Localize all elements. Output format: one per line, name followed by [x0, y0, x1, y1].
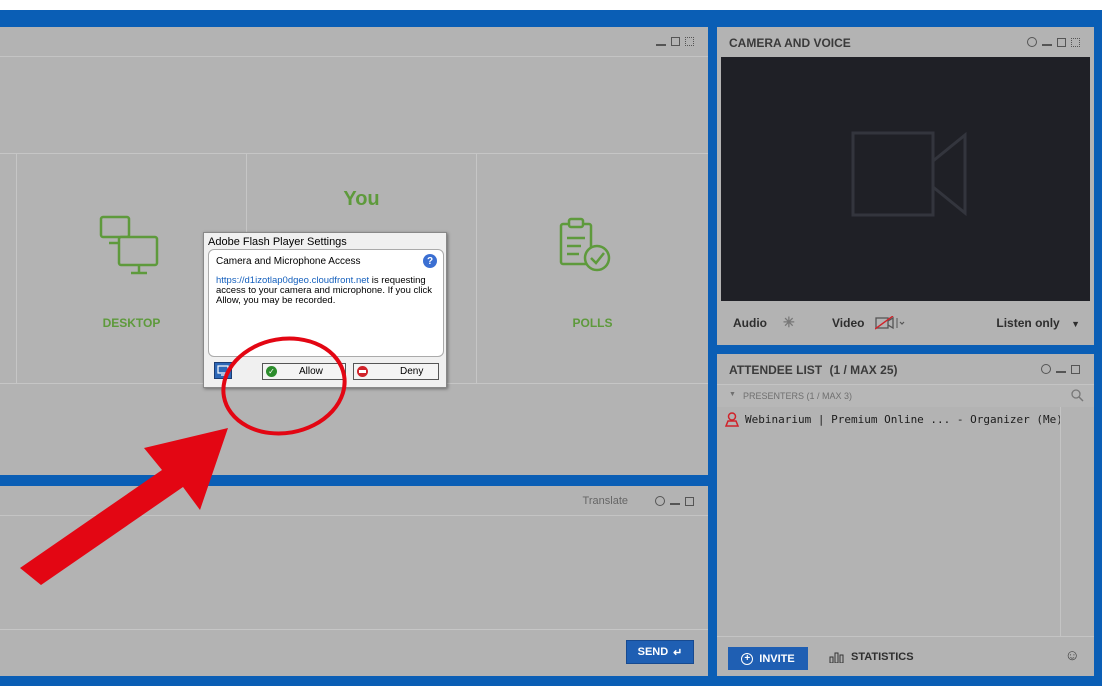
flash-settings-dialog: Adobe Flash Player Settings Camera and M…	[203, 232, 447, 388]
minimize-icon[interactable]	[1042, 44, 1052, 46]
maximize-icon[interactable]	[1071, 364, 1080, 374]
check-icon: ✓	[266, 366, 277, 377]
statistics-label: STATISTICS	[851, 651, 914, 663]
collapse-icon: ▼	[729, 391, 736, 398]
audio-label[interactable]: Audio	[733, 316, 767, 330]
audio-loading-icon: ✳	[783, 314, 795, 330]
camera-controls: Audio ✳ Video Listen only ▼	[717, 309, 1094, 339]
presenters-group-header[interactable]: ▼ PRESENTERS (1 / MAX 3)	[717, 385, 1094, 407]
tile-polls[interactable]: POLLS	[477, 154, 708, 383]
attendee-title: ATTENDEE LIST	[729, 363, 823, 377]
fullscreen-icon[interactable]	[1071, 37, 1080, 47]
presenters-label: PRESENTERS (1 / MAX 3)	[743, 391, 853, 401]
help-icon[interactable]: ?	[423, 254, 437, 268]
listen-only-dropdown[interactable]: Listen only ▼	[996, 316, 1080, 330]
search-icon[interactable]	[1071, 389, 1084, 402]
video-preview	[721, 57, 1090, 301]
video-label[interactable]: Video	[832, 316, 864, 330]
dialog-message: https://d1izotlap0dgeo.cloudfront.net is…	[216, 276, 438, 306]
presenter-user-icon	[725, 412, 739, 427]
attendee-panel: ATTENDEE LIST (1 / MAX 25) ▼ PRESENTERS …	[717, 354, 1094, 676]
invite-label: INVITE	[759, 652, 795, 665]
attendee-panel-header: ATTENDEE LIST (1 / MAX 25)	[717, 354, 1094, 385]
polls-icon	[559, 217, 611, 272]
privacy-settings-icon[interactable]	[214, 362, 232, 379]
chat-panel: Translate SEND ↵	[0, 486, 708, 676]
maximize-icon[interactable]	[671, 37, 680, 46]
monitor-icon	[217, 365, 229, 376]
tile-you-label: You	[343, 188, 380, 210]
plus-circle-icon: +	[741, 652, 754, 665]
statistics-button[interactable]: STATISTICS	[829, 651, 914, 663]
translate-link[interactable]: Translate	[583, 495, 628, 507]
attendee-bottom-bar: + INVITE STATISTICS ☺	[717, 636, 1094, 676]
minimize-icon[interactable]	[656, 43, 666, 46]
bar-chart-icon	[829, 652, 844, 663]
listen-only-label: Listen only	[996, 316, 1060, 330]
deny-icon	[357, 366, 368, 377]
allow-label: Allow	[299, 366, 323, 377]
maximize-icon[interactable]	[1057, 37, 1066, 47]
gear-icon[interactable]	[1027, 37, 1037, 47]
camera-panel: CAMERA AND VOICE Audio ✳ Video Listen on…	[717, 27, 1094, 345]
dialog-heading: Camera and Microphone Access	[216, 256, 361, 267]
deny-button[interactable]: Deny	[353, 363, 439, 380]
minimize-icon[interactable]	[670, 503, 680, 505]
smiley-icon[interactable]: ☺	[1065, 647, 1080, 664]
attendee-window-controls	[1041, 364, 1080, 374]
camera-panel-title: CAMERA AND VOICE	[729, 36, 851, 50]
invite-button[interactable]: + INVITE	[728, 647, 808, 670]
desktop-icon	[99, 215, 159, 275]
share-window-controls	[656, 37, 694, 46]
chat-window-controls	[655, 496, 694, 506]
share-panel-header	[0, 27, 708, 57]
tile-polls-label: POLLS	[572, 316, 613, 330]
attendee-count: (1 / MAX 25)	[829, 363, 898, 377]
camera-panel-header: CAMERA AND VOICE	[717, 27, 1094, 57]
camera-window-controls	[1027, 37, 1080, 47]
dialog-title: Adobe Flash Player Settings	[208, 236, 347, 248]
allow-button[interactable]: ✓ Allow	[262, 363, 346, 380]
video-camera-icon	[851, 131, 967, 217]
minimize-icon[interactable]	[1056, 371, 1066, 373]
maximize-icon[interactable]	[685, 496, 694, 506]
attendee-name: Webinarium | Premium Online ... - Organi…	[745, 413, 1063, 426]
deny-label: Deny	[400, 366, 424, 377]
chat-input[interactable]	[0, 630, 620, 676]
attendee-item[interactable]: Webinarium | Premium Online ... - Organi…	[725, 412, 1063, 427]
chevron-down-icon: ▼	[1071, 319, 1080, 329]
dialog-body: Camera and Microphone Access ? https://d…	[208, 249, 444, 357]
gear-icon[interactable]	[1041, 364, 1051, 374]
send-label: SEND	[637, 646, 669, 658]
fullscreen-icon[interactable]	[685, 37, 694, 46]
chat-panel-header: Translate	[0, 486, 708, 516]
gear-icon[interactable]	[655, 496, 665, 506]
video-off-icon[interactable]	[875, 316, 905, 330]
enter-icon: ↵	[673, 646, 683, 659]
attendee-panel-title: ATTENDEE LIST (1 / MAX 25)	[729, 363, 897, 377]
attendee-scrollbar[interactable]	[1060, 407, 1094, 636]
send-button[interactable]: SEND ↵	[626, 640, 694, 664]
